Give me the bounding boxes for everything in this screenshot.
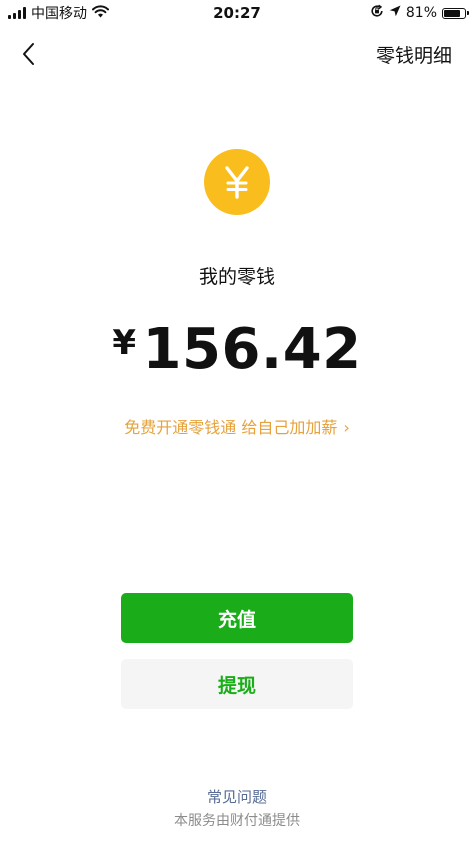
status-right: 81% xyxy=(370,4,469,22)
currency-symbol: ¥ xyxy=(112,323,137,363)
promo-text: 免费开通零钱通 给自己加加薪 xyxy=(124,418,338,437)
battery-percent: 81% xyxy=(405,5,437,21)
change-details-link[interactable]: 零钱明细 xyxy=(376,41,452,68)
balance-amount: ¥156.42 xyxy=(0,305,474,388)
battery-icon xyxy=(442,7,469,19)
withdraw-button[interactable]: 提现 xyxy=(121,659,353,709)
promo-link[interactable]: 免费开通零钱通 给自己加加薪 › xyxy=(0,414,474,438)
battery-level xyxy=(444,9,461,17)
coin-icon xyxy=(204,149,270,215)
nav-bar: 零钱明细 xyxy=(0,26,474,82)
recharge-button[interactable]: 充值 xyxy=(121,593,353,643)
amount-value: 156.42 xyxy=(142,317,362,382)
balance-label: 我的零钱 xyxy=(198,266,275,288)
back-button[interactable] xyxy=(10,36,46,72)
orientation-lock-icon xyxy=(370,4,384,22)
location-icon xyxy=(389,5,401,21)
provider-note: 本服务由财付通提供 xyxy=(174,813,300,829)
faq-link[interactable]: 常见问题 xyxy=(0,786,474,807)
chevron-left-icon xyxy=(23,43,34,65)
chevron-right-icon: › xyxy=(343,418,350,437)
status-bar: 中国移动 20:27 81% xyxy=(0,0,474,26)
